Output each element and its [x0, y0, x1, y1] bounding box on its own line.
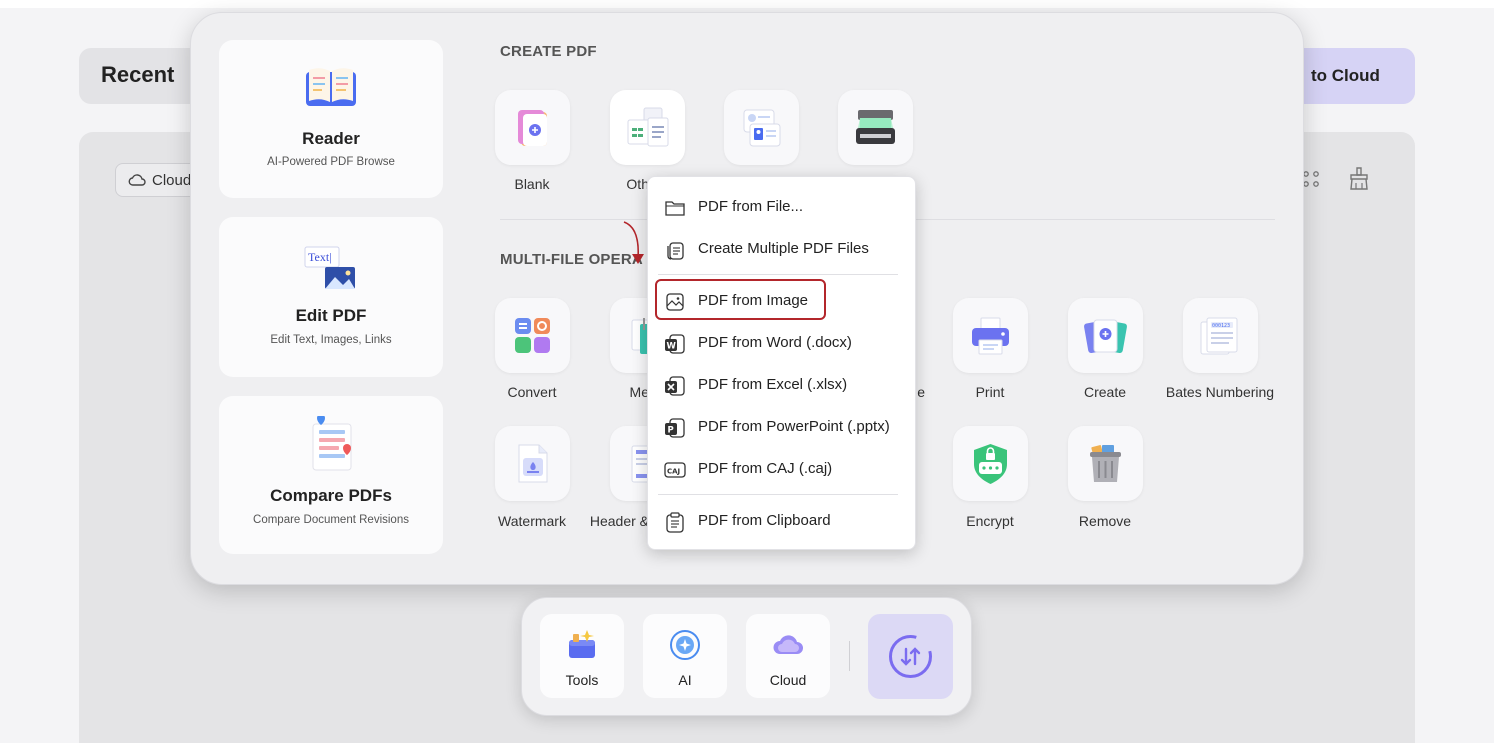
print-tool-tile[interactable] [953, 298, 1028, 373]
menu-item-label: PDF from Word (.docx) [698, 334, 852, 351]
menu-item-pdf-from-powerpoint[interactable]: P PDF from PowerPoint (.pptx) [648, 409, 917, 445]
cloud-filter-label: Cloud [152, 172, 192, 189]
convert-icon [515, 318, 550, 353]
compare-documents-icon [312, 416, 352, 471]
watermark-tool-label: Watermark [498, 513, 566, 529]
word-icon: W [665, 334, 685, 354]
menu-item-pdf-from-file[interactable]: PDF from File... [648, 189, 917, 225]
dock-separator [849, 641, 850, 671]
edit-text-icon: Text| [304, 246, 355, 289]
svg-text:000123: 000123 [1212, 323, 1230, 329]
switch-arrows-icon [889, 635, 932, 678]
other-documents-icon [627, 107, 669, 147]
compare-pdfs-card-subtitle: Compare Document Revisions [253, 514, 409, 526]
dock-cloud-label: Cloud [769, 672, 807, 688]
print-tool-label: Print [975, 384, 1005, 400]
convert-tool-label: Convert [507, 384, 557, 400]
toolbox-icon [569, 630, 595, 658]
highlight-annotation-box [655, 279, 826, 320]
menu-separator [658, 494, 898, 495]
menu-item-create-multiple[interactable]: Create Multiple PDF Files [648, 231, 917, 267]
upload-to-cloud-label: to Cloud [1311, 66, 1380, 85]
cloud-icon [773, 635, 803, 654]
multiple-files-icon [667, 242, 684, 260]
encrypt-tool-tile[interactable] [953, 426, 1028, 501]
folder-icon [665, 201, 685, 216]
open-book-icon [306, 68, 356, 106]
menu-separator [658, 274, 898, 275]
encrypt-shield-icon [974, 444, 1007, 484]
edit-pdf-card-subtitle: Edit Text, Images, Links [270, 334, 392, 346]
powerpoint-icon: P [665, 418, 685, 438]
scanner-tool-tile[interactable] [838, 90, 913, 165]
clear-history-icon[interactable] [1346, 165, 1372, 191]
cloud-outline-icon [128, 174, 146, 186]
compare-pdfs-card[interactable]: Compare PDFs Compare Document Revisions [219, 396, 443, 554]
create-tool-tile[interactable] [1068, 298, 1143, 373]
bates-numbering-tool-tile[interactable]: 000123 [1183, 298, 1258, 373]
remove-tool-tile[interactable] [1068, 426, 1143, 501]
blank-page-icon [518, 110, 547, 146]
svg-text:CAJ: CAJ [667, 468, 680, 476]
menu-item-label: PDF from Clipboard [698, 512, 831, 529]
compare-pdfs-card-title: Compare PDFs [270, 486, 392, 505]
menu-item-label: PDF from CAJ (.caj) [698, 460, 833, 477]
menu-item-pdf-from-caj[interactable]: CAJ PDF from CAJ (.caj) [648, 451, 917, 487]
header-footer-tool-label: Header & [589, 513, 649, 529]
blank-tool-label: Blank [514, 176, 550, 192]
create-pdf-section-title: CREATE PDF [500, 43, 597, 60]
menu-item-pdf-from-clipboard[interactable]: PDF from Clipboard [648, 503, 917, 539]
edit-pdf-card[interactable]: Text| Edit PDF Edit Text, Images, Links [219, 217, 443, 377]
dock-cloud-button[interactable]: Cloud [746, 614, 830, 698]
edit-pdf-card-title: Edit PDF [295, 306, 367, 325]
other-documents-tool-tile[interactable] [610, 90, 685, 165]
excel-icon [665, 376, 685, 396]
recent-title: Recent [101, 62, 175, 87]
bates-numbering-tool-label: Bates Numbering [1165, 384, 1275, 400]
encrypt-tool-label: Encrypt [966, 513, 1014, 529]
svg-text:W: W [667, 342, 677, 352]
svg-text:P: P [668, 426, 674, 436]
scan-id-tool-tile[interactable] [724, 90, 799, 165]
menu-item-label: PDF from PowerPoint (.pptx) [698, 418, 890, 435]
reader-card-subtitle: AI-Powered PDF Browse [267, 156, 395, 168]
clipboard-icon [666, 512, 684, 533]
blank-tool-tile[interactable] [495, 90, 570, 165]
menu-item-label: PDF from File... [698, 198, 804, 215]
dock-tools-button[interactable]: Tools [540, 614, 624, 698]
watermark-tool-tile[interactable] [495, 426, 570, 501]
create-icon [1084, 319, 1127, 354]
svg-text:Text|: Text| [308, 250, 332, 264]
dock-ai-label: AI [678, 672, 692, 688]
printer-icon [972, 317, 1009, 355]
scan-id-icon [743, 109, 781, 147]
ai-sparkle-icon [670, 630, 700, 660]
remove-tool-label: Remove [1078, 513, 1132, 529]
menu-item-pdf-from-word[interactable]: W PDF from Word (.docx) [648, 325, 917, 361]
reader-card-title: Reader [302, 129, 360, 148]
trash-can-icon [1090, 445, 1121, 482]
watermark-icon [518, 444, 548, 483]
dock-switch-mode-button[interactable] [868, 614, 953, 699]
bates-numbering-icon: 000123 [1200, 317, 1238, 355]
menu-item-label: Create Multiple PDF Files [698, 240, 869, 257]
dock-tools-label: Tools [565, 672, 599, 688]
create-pdf-dropdown-menu: PDF from File... Create Multiple PDF Fil… [647, 176, 916, 550]
dock-ai-button[interactable]: AI [643, 614, 727, 698]
grid-view-icon[interactable] [1302, 168, 1324, 190]
menu-item-label: PDF from Excel (.xlsx) [698, 376, 848, 393]
caj-icon: CAJ [664, 462, 686, 478]
menu-item-pdf-from-excel[interactable]: PDF from Excel (.xlsx) [648, 367, 917, 403]
reader-card[interactable]: Reader AI-Powered PDF Browse [219, 40, 443, 198]
merge-tool-label: Me [629, 384, 649, 400]
top-strip [0, 0, 1494, 8]
other-documents-tool-label: Oth [626, 176, 649, 192]
create-tool-label: Create [1083, 384, 1127, 400]
scanner-icon [856, 110, 895, 144]
convert-tool-tile[interactable] [495, 298, 570, 373]
